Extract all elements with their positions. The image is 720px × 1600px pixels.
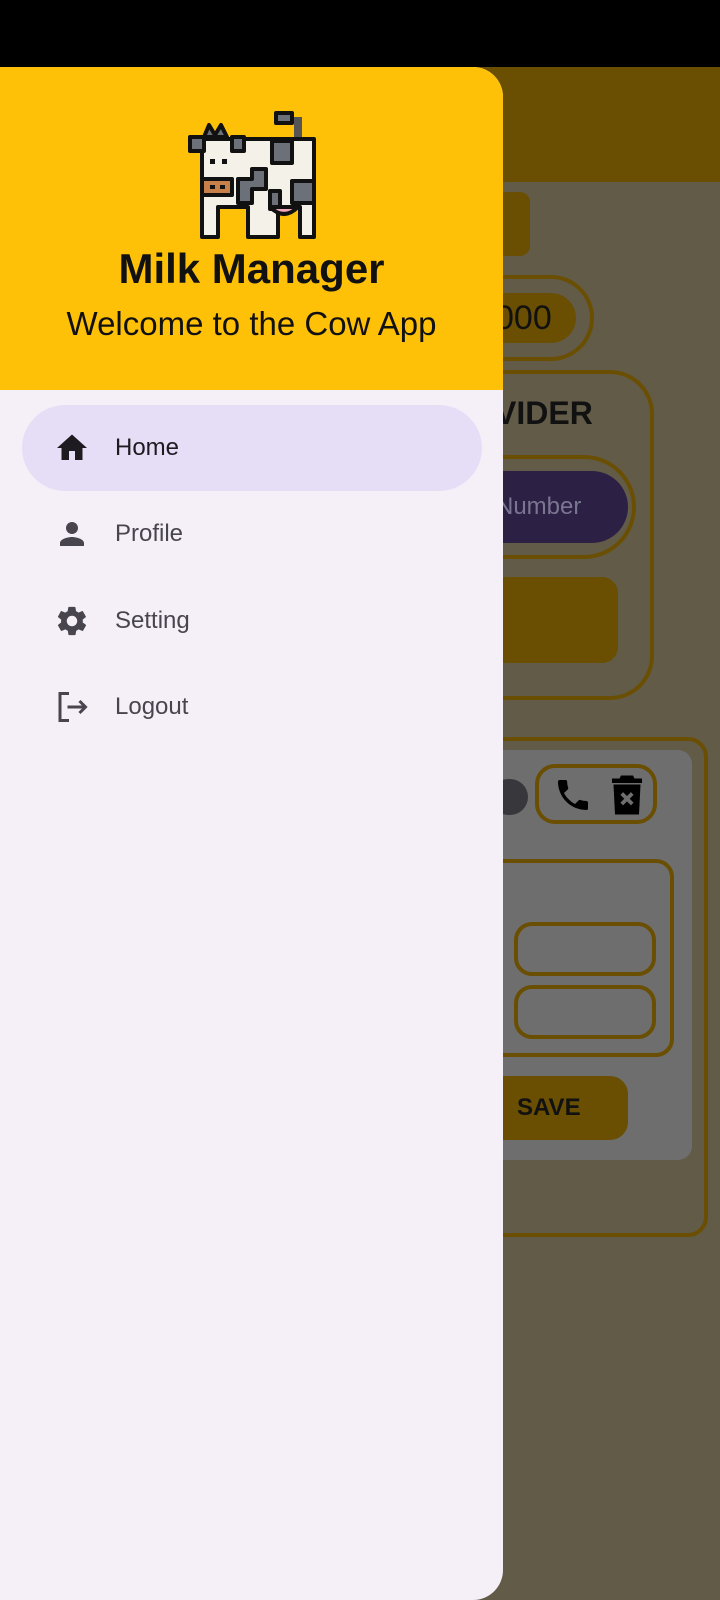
navigation-drawer: Milk Manager Welcome to the Cow App Home… <box>0 67 503 1600</box>
status-bar <box>0 0 720 67</box>
provider-heading: VIDER <box>495 395 593 431</box>
logout-icon <box>58 692 88 722</box>
drawer-item-profile[interactable]: Profile <box>22 491 482 577</box>
drawer-item-setting[interactable]: Setting <box>22 578 482 664</box>
phone-icon <box>558 780 588 810</box>
gear-icon <box>57 606 87 636</box>
delete-icon <box>612 775 642 815</box>
drawer-subtitle: Welcome to the Cow App <box>66 305 437 342</box>
drawer-item-home[interactable]: Home <box>22 405 482 491</box>
drawer-item-label: Logout <box>115 693 189 720</box>
drawer-item-label: Home <box>115 434 180 461</box>
drawer-item-label: Setting <box>115 607 190 634</box>
home-icon <box>57 434 87 460</box>
cow-logo-icon <box>188 111 316 239</box>
drawer-title: Milk Manager <box>118 245 385 292</box>
input-field-1 <box>514 922 656 976</box>
person-icon <box>60 522 84 546</box>
drawer-item-logout[interactable]: Logout <box>22 664 482 750</box>
drawer-item-label: Profile <box>115 520 184 547</box>
input-field-2 <box>514 985 656 1039</box>
drawer-header: Milk Manager Welcome to the Cow App <box>0 67 503 390</box>
